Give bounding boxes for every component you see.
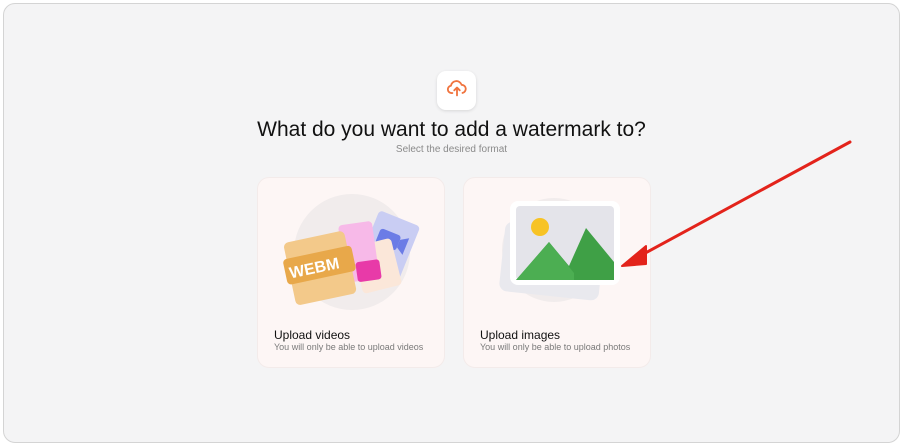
page-title: What do you want to add a watermark to? (257, 118, 646, 141)
upload-images-title: Upload images (480, 328, 561, 342)
upload-videos-title: Upload videos (274, 328, 351, 342)
image-illustration (499, 198, 620, 302)
upload-images-description: You will only be able to upload photos (480, 342, 631, 352)
page-subtitle: Select the desired format (395, 144, 508, 155)
cloud-upload-icon (446, 77, 468, 104)
app-window: What do you want to add a watermark to? … (3, 3, 900, 443)
upload-images-card[interactable]: Upload images You will only be able to u… (463, 177, 651, 368)
upload-badge (437, 71, 476, 110)
upload-videos-card[interactable]: WEBM Upload videos You will only be able… (257, 177, 445, 368)
upload-videos-description: You will only be able to upload videos (274, 342, 424, 352)
video-files-illustration: WEBM (283, 194, 420, 310)
